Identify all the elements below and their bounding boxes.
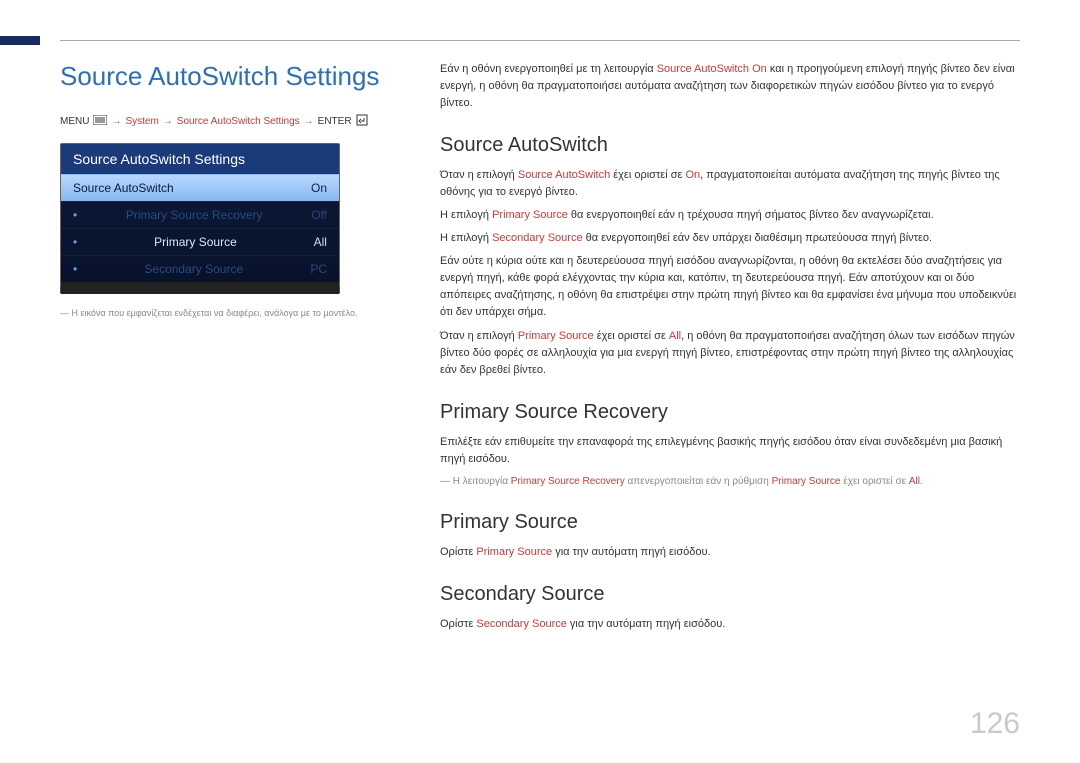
- breadcrumb-item: Source AutoSwitch Settings: [177, 116, 300, 127]
- heading-secondary: Secondary Source: [440, 583, 1020, 606]
- content-body: Εάν η οθόνη ενεργοποιηθεί με τη λειτουργ…: [440, 61, 1020, 639]
- para-autoswitch-2: Η επιλογή Primary Source θα ενεργοποιηθε…: [440, 207, 1020, 224]
- settings-row-autoswitch: Source AutoSwitch On: [61, 174, 339, 201]
- arrow-icon: →: [163, 116, 173, 127]
- settings-preview: Source AutoSwitch Settings Source AutoSw…: [60, 143, 340, 294]
- page-title: Source AutoSwitch Settings: [60, 61, 400, 92]
- intro-paragraph: Εάν η οθόνη ενεργοποιηθεί με τη λειτουργ…: [440, 61, 1020, 112]
- row-label: Primary Source Recovery: [126, 208, 263, 222]
- para-autoswitch-1: Όταν η επιλογή Source AutoSwitch έχει ορ…: [440, 167, 1020, 201]
- heading-autoswitch: Source AutoSwitch: [440, 134, 1020, 157]
- image-disclaimer: Η εικόνα που εμφανίζεται ενδέχεται να δι…: [60, 308, 400, 318]
- row-value: All: [314, 235, 327, 249]
- breadcrumb-menu: MENU: [60, 116, 89, 127]
- menu-icon: [93, 115, 107, 128]
- arrow-icon: →: [304, 116, 314, 127]
- row-value: PC: [310, 262, 327, 276]
- page-number: 126: [970, 707, 1020, 741]
- breadcrumb: MENU → System → Source AutoSwitch Settin…: [60, 114, 400, 129]
- breadcrumb-enter: ENTER: [318, 116, 352, 127]
- settings-row-recovery: Primary Source Recovery Off: [61, 201, 339, 228]
- enter-icon: [356, 114, 368, 129]
- row-label: Primary Source: [154, 235, 237, 249]
- breadcrumb-system: System: [125, 116, 158, 127]
- row-value: On: [311, 181, 327, 195]
- row-label: Secondary Source: [144, 262, 243, 276]
- para-primary: Ορίστε Primary Source για την αυτόματη π…: [440, 544, 1020, 561]
- note-recovery: Η λειτουργία Primary Source Recovery απε…: [440, 474, 1020, 490]
- row-label: Source AutoSwitch: [73, 181, 174, 195]
- row-value: Off: [311, 208, 327, 222]
- para-autoswitch-5: Όταν η επιλογή Primary Source έχει οριστ…: [440, 328, 1020, 379]
- para-autoswitch-4: Εάν ούτε η κύρια ούτε και η δευτερεύουσα…: [440, 253, 1020, 321]
- para-recovery: Επιλέξτε εάν επιθυμείτε την επαναφορά τη…: [440, 434, 1020, 468]
- arrow-icon: →: [111, 116, 121, 127]
- para-autoswitch-3: Η επιλογή Secondary Source θα ενεργοποιη…: [440, 230, 1020, 247]
- para-secondary: Ορίστε Secondary Source για την αυτόματη…: [440, 616, 1020, 633]
- heading-primary: Primary Source: [440, 511, 1020, 534]
- settings-row-secondary: Secondary Source PC: [61, 255, 339, 282]
- settings-row-primary: Primary Source All: [61, 228, 339, 255]
- settings-preview-header: Source AutoSwitch Settings: [61, 144, 339, 174]
- heading-recovery: Primary Source Recovery: [440, 401, 1020, 424]
